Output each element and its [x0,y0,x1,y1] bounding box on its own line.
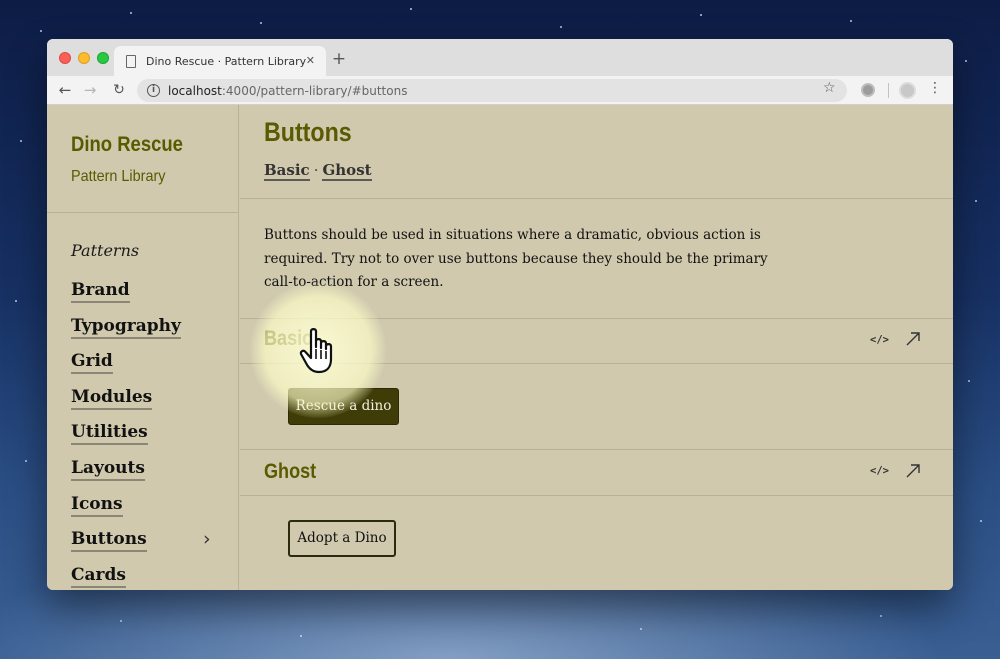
sidebar-item-icons: Icons [71,493,221,530]
sidebar-item-cards: Cards [71,564,221,590]
page-icon [126,54,136,68]
sidebar-link-typography[interactable]: Typography [71,315,181,339]
code-icon[interactable]: </> [870,334,889,346]
close-tab-icon[interactable]: ✕ [306,54,315,67]
info-icon[interactable]: i [147,84,160,97]
patterns-heading: Patterns [71,241,140,260]
section-divider [240,318,953,319]
browser-tab[interactable]: Dino Rescue · Pattern Library ✕ [114,46,326,76]
sidebar-link-icons[interactable]: Icons [71,493,123,517]
browser-toolbar: ← → ↻ i localhost:4000/pattern-library/#… [47,76,953,105]
main-panel: Buttons Basic · Ghost Buttons should be us… [240,105,953,590]
section-title-ghost: Ghost [264,460,317,483]
anchor-ghost[interactable]: Ghost [322,161,372,181]
sidebar-item-grid: Grid [71,351,221,387]
section-divider [240,363,953,364]
minimize-window-button[interactable] [78,52,90,64]
pattern-nav: Brand Typography Grid Modules Utilities … [71,280,221,590]
tab-title: Dino Rescue · Pattern Library [146,54,307,68]
menu-icon[interactable]: ⋮ [928,80,942,96]
sidebar-link-modules[interactable]: Modules [71,386,153,410]
sidebar-item-buttons: Buttons › [71,529,221,565]
bookmark-star-icon[interactable]: ☆ [823,80,836,96]
maximize-window-button[interactable] [97,52,109,64]
anchor-basic[interactable]: Basic [264,161,310,181]
sidebar-link-layouts[interactable]: Layouts [71,457,145,481]
url-host: localhost [168,83,222,98]
browser-window: Dino Rescue · Pattern Library ✕ + ← → ↻ … [47,39,953,590]
page-title: Buttons [264,117,352,147]
sidebar: Dino Rescue Pattern Library Patterns Bra… [47,105,239,590]
section-anchors: Basic · Ghost [264,161,372,181]
sidebar-divider [47,212,239,213]
sidebar-link-utilities[interactable]: Utilities [71,422,148,446]
address-bar[interactable]: i localhost:4000/pattern-library/#button… [137,79,847,102]
section-divider [240,495,953,496]
extension-icon[interactable] [861,83,875,97]
chevron-right-icon: › [203,528,211,551]
adopt-dino-button[interactable]: Adopt a Dino [288,520,396,557]
brand-title[interactable]: Dino Rescue [71,133,183,157]
new-tab-button[interactable]: + [326,48,352,70]
toolbar-divider [888,83,889,98]
sidebar-link-cards[interactable]: Cards [71,564,126,588]
profile-icon[interactable] [899,82,916,99]
tab-bar: Dino Rescue · Pattern Library ✕ + [47,39,953,76]
sidebar-item-utilities: Utilities [71,422,221,458]
anchor-separator: · [313,161,319,179]
header-divider [240,198,953,199]
rescue-dino-button[interactable]: Rescue a dino [288,388,399,425]
page-content: Dino Rescue Pattern Library Patterns Bra… [47,105,953,590]
reload-button[interactable]: ↻ [109,80,129,100]
section-title-basic: Basic [264,327,313,350]
sidebar-link-buttons[interactable]: Buttons [71,529,147,553]
open-external-icon[interactable] [905,463,921,479]
sidebar-item-layouts: Layouts [71,457,221,494]
open-external-icon[interactable] [905,331,921,347]
url-path: :4000/pattern-library/#buttons [221,83,408,98]
close-window-button[interactable] [59,52,71,64]
sidebar-item-brand: Brand [71,280,221,316]
brand-subtitle: Pattern Library [71,168,166,185]
section-divider [240,449,953,450]
forward-button[interactable]: → [80,80,100,100]
code-icon[interactable]: </> [870,465,889,477]
sidebar-item-typography: Typography [71,315,221,352]
sidebar-item-modules: Modules [71,386,221,423]
sidebar-link-grid[interactable]: Grid [71,351,113,375]
intro-text: Buttons should be used in situations whe… [264,227,768,290]
back-button[interactable]: ← [55,80,75,100]
sidebar-link-brand[interactable]: Brand [71,280,130,303]
